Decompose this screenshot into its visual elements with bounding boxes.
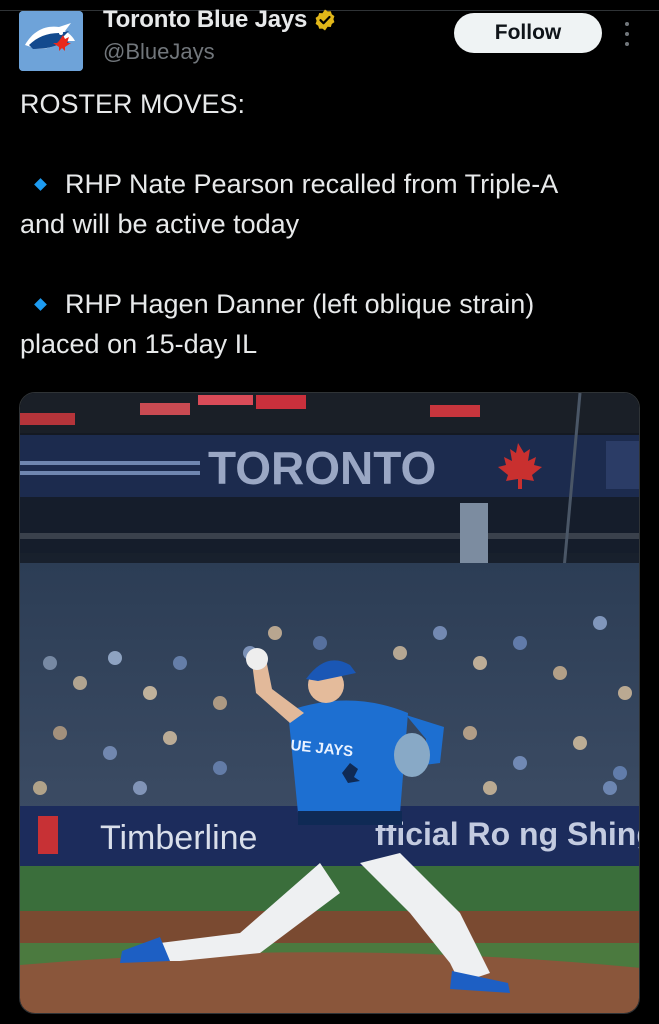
ad-text-right: fficial Ro ng Shingle xyxy=(375,816,640,852)
tweet-photo[interactable]: TORONTO ET Tim xyxy=(19,392,640,1014)
blue-diamond-icon xyxy=(34,298,47,311)
roster-move-text: RHP Nate Pearson recalled from Triple-A xyxy=(65,169,559,199)
blue-jays-logo-icon xyxy=(19,11,83,71)
list-item: RHP Hagen Danner (left oblique strain) p… xyxy=(20,284,645,364)
account-name[interactable]: Toronto Blue Jays xyxy=(103,6,307,34)
more-options-icon[interactable] xyxy=(616,18,638,50)
roster-move-text: RHP Hagen Danner (left oblique strain) xyxy=(65,289,535,319)
verified-badge-icon[interactable] xyxy=(313,8,337,32)
roster-move-text-cont: and will be active today xyxy=(20,209,300,239)
pitcher-photo: TORONTO ET Tim xyxy=(20,393,640,1013)
ad-text-left: Timberline xyxy=(100,819,257,857)
list-item: RHP Nate Pearson recalled from Triple-A … xyxy=(20,164,645,244)
tweet-heading: ROSTER MOVES: xyxy=(20,89,246,119)
stadium-sign-text: TORONTO xyxy=(208,442,436,494)
avatar[interactable] xyxy=(19,11,83,71)
blue-diamond-icon xyxy=(34,178,47,191)
account-handle[interactable]: @BlueJays xyxy=(103,39,215,65)
tweet-header: Toronto Blue Jays @BlueJays Follow xyxy=(0,0,659,80)
roster-move-text-cont: placed on 15-day IL xyxy=(20,329,258,359)
follow-button[interactable]: Follow xyxy=(454,13,602,53)
tweet-text: ROSTER MOVES: RHP Nate Pearson recalled … xyxy=(20,84,645,364)
